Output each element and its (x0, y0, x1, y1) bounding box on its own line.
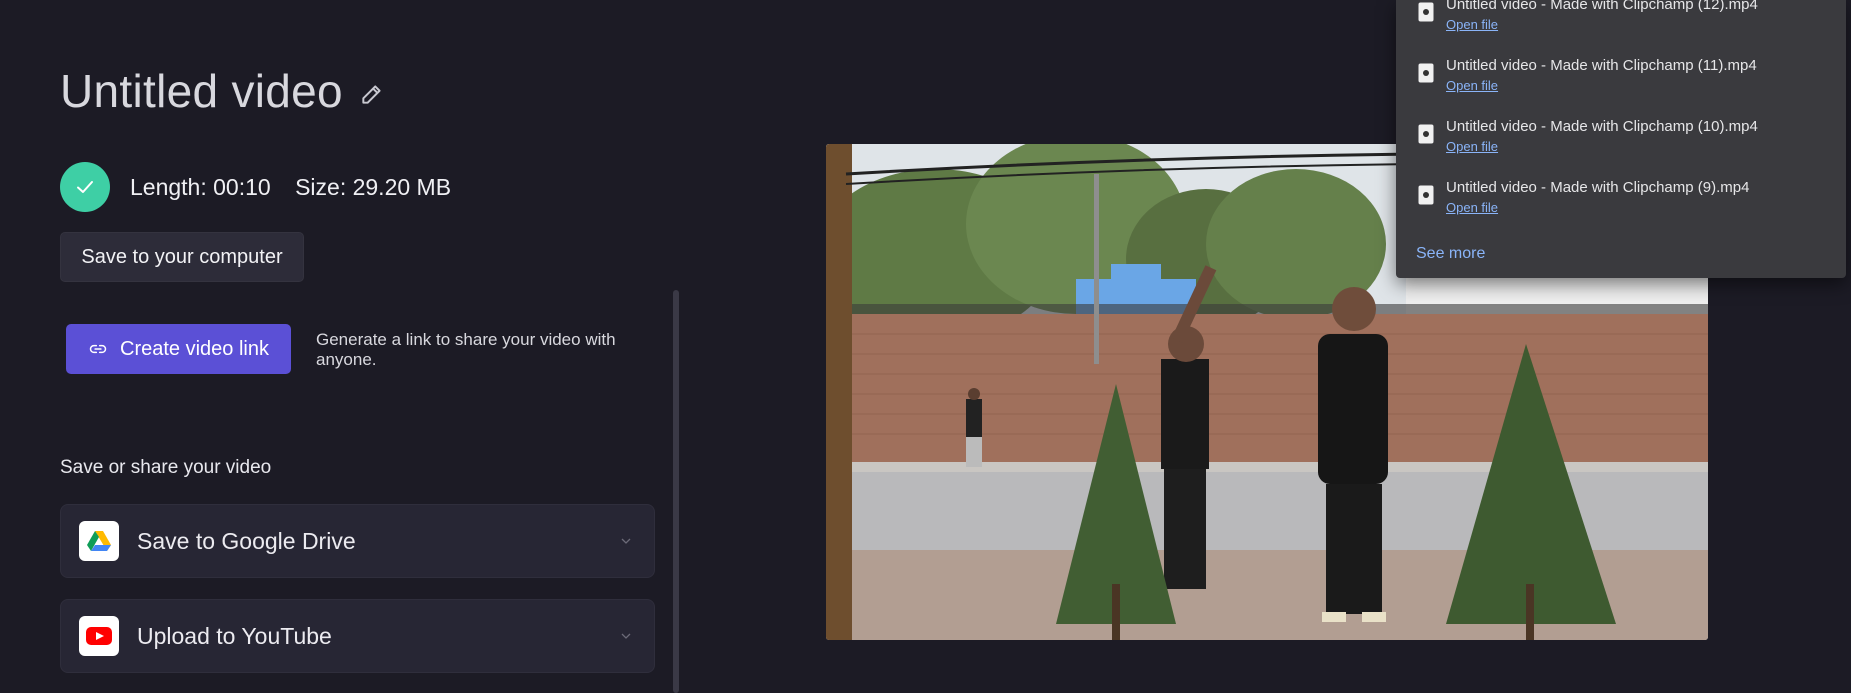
open-file-link[interactable]: Open file (1446, 200, 1498, 215)
video-meta: Length: 00:10 Size: 29.20 MB (60, 162, 451, 212)
download-item[interactable]: Untitled video - Made with Clipchamp (12… (1396, 0, 1846, 56)
download-item[interactable]: Untitled video - Made with Clipchamp (9)… (1396, 179, 1846, 239)
see-more-link[interactable]: See more (1416, 245, 1485, 263)
title-row: Untitled video (60, 64, 385, 118)
chevron-down-icon (621, 538, 631, 544)
save-to-google-drive-button[interactable]: Save to Google Drive (60, 504, 655, 578)
link-icon (89, 344, 107, 354)
open-file-link[interactable]: Open file (1446, 17, 1498, 32)
save-to-computer-button[interactable]: Save to your computer (60, 232, 304, 282)
pencil-icon[interactable] (359, 81, 385, 107)
length-text: Length: 00:10 (130, 173, 271, 200)
download-item[interactable]: Untitled video - Made with Clipchamp (10… (1396, 118, 1846, 178)
video-file-icon (1418, 2, 1434, 22)
share-item-label: Upload to YouTube (137, 622, 332, 649)
upload-to-youtube-button[interactable]: Upload to YouTube (60, 599, 655, 673)
size-text: Size: 29.20 MB (295, 173, 452, 200)
scrollbar[interactable] (673, 290, 679, 693)
download-item[interactable]: Untitled video - Made with Clipchamp (11… (1396, 57, 1846, 117)
share-item-label: Save to Google Drive (137, 527, 356, 554)
meta-text: Length: 00:10 Size: 29.20 MB (130, 174, 451, 201)
video-title[interactable]: Untitled video (60, 64, 343, 118)
create-link-description: Generate a link to share your video with… (316, 330, 616, 369)
download-file-name: Untitled video - Made with Clipchamp (12… (1446, 0, 1758, 13)
create-video-link-button[interactable]: Create video link (66, 324, 291, 374)
download-file-name: Untitled video - Made with Clipchamp (9)… (1446, 179, 1750, 196)
export-page: Untitled video Length: 00:10 Size: 29.20… (0, 0, 1851, 693)
share-section-title: Save or share your video (60, 457, 272, 478)
download-file-name: Untitled video - Made with Clipchamp (11… (1446, 57, 1757, 74)
chevron-down-icon (621, 633, 631, 639)
google-drive-icon (79, 521, 119, 561)
open-file-link[interactable]: Open file (1446, 139, 1498, 154)
create-video-link-label: Create video link (120, 337, 269, 360)
open-file-link[interactable]: Open file (1446, 78, 1498, 93)
video-file-icon (1418, 124, 1434, 144)
check-icon (60, 162, 110, 212)
youtube-icon (79, 616, 119, 656)
downloads-panel: Untitled video - Made with Clipchamp (12… (1396, 0, 1846, 278)
video-file-icon (1418, 63, 1434, 83)
download-file-name: Untitled video - Made with Clipchamp (10… (1446, 118, 1758, 135)
video-file-icon (1418, 185, 1434, 205)
